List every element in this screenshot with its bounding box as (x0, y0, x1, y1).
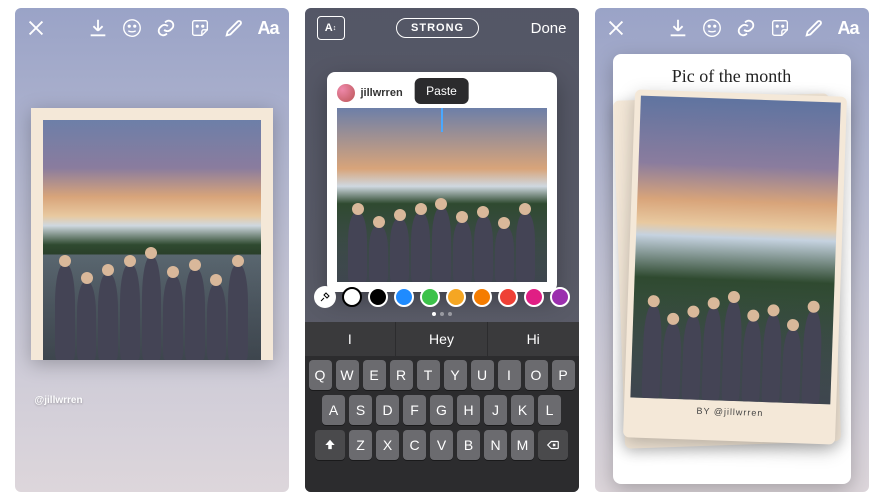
color-swatch[interactable] (368, 287, 388, 307)
key-c[interactable]: C (403, 430, 426, 460)
color-swatch[interactable] (342, 287, 362, 307)
suggestion-1[interactable]: I (305, 322, 397, 356)
key-x[interactable]: X (376, 430, 399, 460)
close-icon[interactable] (605, 17, 627, 39)
key-z[interactable]: Z (349, 430, 372, 460)
photo-stack[interactable]: BY @jillwrren (623, 93, 841, 463)
draw-icon[interactable] (803, 17, 825, 39)
toolbar-right-group: Aa (667, 17, 858, 39)
backspace-key[interactable] (538, 430, 568, 460)
draw-icon[interactable] (223, 17, 245, 39)
sticker-icon[interactable] (189, 17, 211, 39)
shift-key[interactable] (315, 430, 345, 460)
key-m[interactable]: M (511, 430, 534, 460)
key-l[interactable]: L (538, 395, 561, 425)
key-i[interactable]: I (498, 360, 521, 390)
story-editor-panel-3: Aa Pic of the month BY @jillwrren (595, 8, 869, 492)
key-h[interactable]: H (457, 395, 480, 425)
font-size-toggle[interactable]: A↕ (317, 16, 345, 40)
toolbar-right-group: Aa (87, 17, 278, 39)
key-k[interactable]: K (511, 395, 534, 425)
key-o[interactable]: O (525, 360, 548, 390)
text-cursor (441, 108, 443, 132)
people-silhouettes (630, 292, 834, 405)
color-swatch[interactable] (420, 287, 440, 307)
key-e[interactable]: E (363, 360, 386, 390)
people-silhouettes (43, 252, 261, 360)
close-icon[interactable] (25, 17, 47, 39)
key-u[interactable]: U (471, 360, 494, 390)
key-n[interactable]: N (484, 430, 507, 460)
post-photo (337, 108, 547, 282)
key-v[interactable]: V (430, 430, 453, 460)
editor-toolbar: Aa (15, 8, 289, 48)
color-picker-row (305, 286, 579, 308)
color-swatch[interactable] (524, 287, 544, 307)
key-p[interactable]: P (552, 360, 575, 390)
key-s[interactable]: S (349, 395, 372, 425)
key-y[interactable]: Y (444, 360, 467, 390)
text-tool-button[interactable]: Aa (257, 18, 278, 39)
eyedropper-icon[interactable] (314, 286, 336, 308)
sticker-icon[interactable] (769, 17, 791, 39)
face-filter-icon[interactable] (121, 17, 143, 39)
paste-tooltip[interactable]: Paste (414, 78, 469, 104)
key-g[interactable]: G (430, 395, 453, 425)
link-icon[interactable] (735, 17, 757, 39)
key-w[interactable]: W (336, 360, 359, 390)
download-icon[interactable] (87, 17, 109, 39)
key-d[interactable]: D (376, 395, 399, 425)
group-photo (43, 120, 261, 360)
key-r[interactable]: R (390, 360, 413, 390)
people-silhouettes (337, 204, 547, 282)
text-tool-button[interactable]: Aa (837, 18, 858, 39)
face-filter-icon[interactable] (701, 17, 723, 39)
photo-frame[interactable] (31, 108, 273, 360)
group-photo (630, 96, 840, 405)
color-swatch[interactable] (498, 287, 518, 307)
suggestion-2[interactable]: Hey (396, 322, 488, 356)
story-card: Pic of the month BY @jillwrren (613, 54, 851, 484)
key-a[interactable]: A (322, 395, 345, 425)
font-style-selector[interactable]: STRONG (396, 18, 479, 38)
color-swatch[interactable] (472, 287, 492, 307)
frame-front: BY @jillwrren (622, 89, 846, 444)
key-f[interactable]: F (403, 395, 426, 425)
username-label: jillwrren (361, 87, 403, 99)
keyboard: QWERTYUIOP ASDFGHJKL ZXCVBNM (305, 356, 579, 492)
keyboard-suggestions: I Hey Hi (305, 322, 579, 356)
key-j[interactable]: J (484, 395, 507, 425)
avatar (337, 84, 355, 102)
link-icon[interactable] (155, 17, 177, 39)
color-swatch[interactable] (394, 287, 414, 307)
user-handle-tag: @jillwrren (35, 395, 83, 406)
suggestion-3[interactable]: Hi (488, 322, 579, 356)
key-q[interactable]: Q (309, 360, 332, 390)
text-editor-toolbar: A↕ STRONG Done (305, 8, 579, 48)
done-button[interactable]: Done (531, 20, 567, 37)
color-swatch[interactable] (446, 287, 466, 307)
story-text-editor-panel-2: A↕ STRONG Done jillwrren Paste I Hey Hi (305, 8, 579, 492)
editor-toolbar: Aa (595, 8, 869, 48)
story-editor-panel-1: Aa @jillwrren (15, 8, 289, 492)
photo-caption: BY @jillwrren (629, 404, 829, 421)
key-t[interactable]: T (417, 360, 440, 390)
page-dots (432, 312, 452, 316)
download-icon[interactable] (667, 17, 689, 39)
key-b[interactable]: B (457, 430, 480, 460)
color-swatch[interactable] (550, 287, 570, 307)
story-heading[interactable]: Pic of the month (623, 66, 841, 87)
